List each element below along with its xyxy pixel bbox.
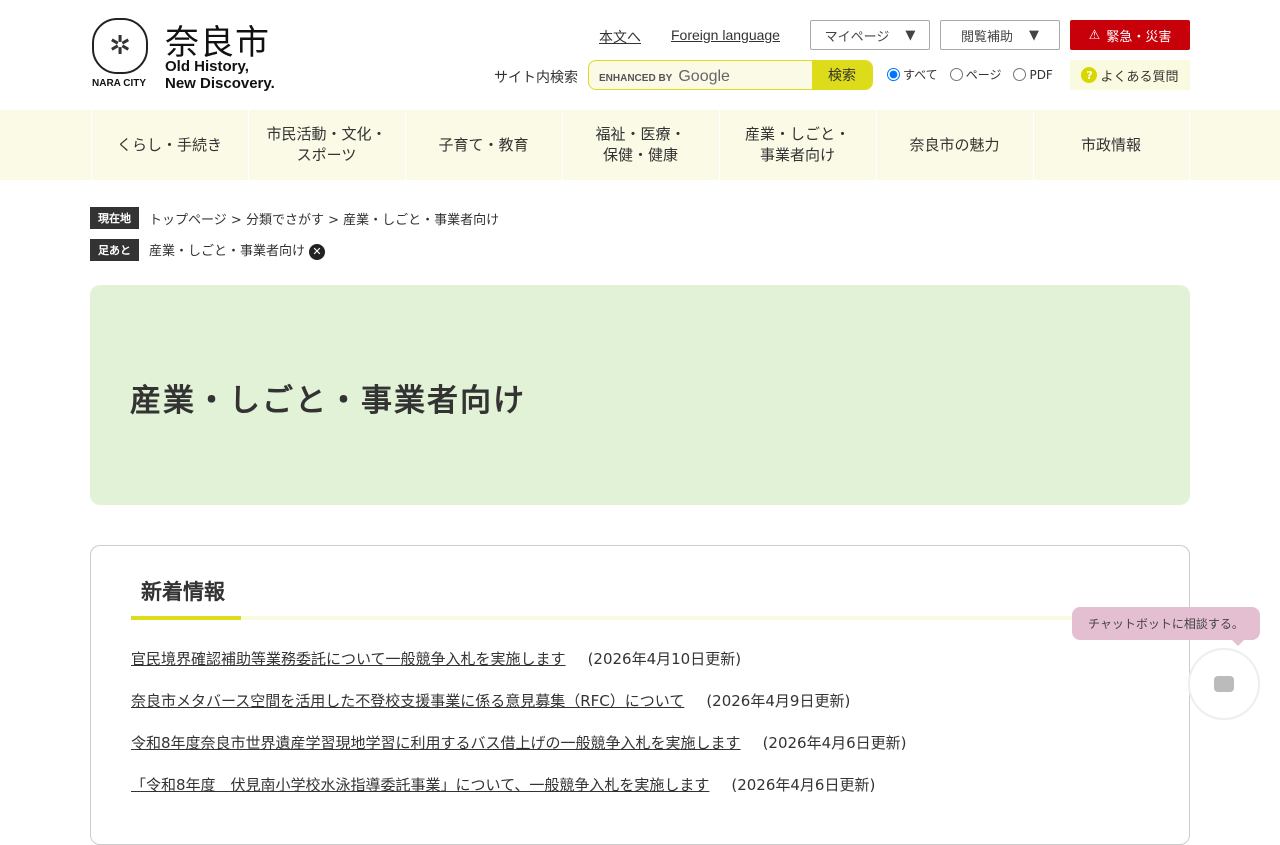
search-box[interactable]: ENHANCED BY Google 検索: [588, 60, 873, 90]
chatbot-button[interactable]: [1188, 648, 1260, 720]
city-emblem-icon: ✲: [92, 18, 148, 74]
nav-item[interactable]: 市民活動・文化・ スポーツ: [247, 110, 405, 180]
emergency-button[interactable]: ⚠ 緊急・災害: [1070, 20, 1190, 50]
robot-icon: [1214, 676, 1234, 692]
faq-button[interactable]: ? よくある質問: [1070, 60, 1190, 90]
logo-slogan: Old History, New Discovery.: [165, 58, 275, 92]
logo-city: NARA CITY: [92, 78, 147, 89]
scope-page[interactable]: ページ: [949, 66, 1001, 83]
question-icon: ?: [1081, 67, 1098, 83]
title-underline: [131, 616, 1151, 620]
nav-item[interactable]: 子育て・教育: [404, 110, 562, 180]
nav-item[interactable]: 福祉・医療・ 保健・健康: [561, 110, 719, 180]
faq-label: よくある質問: [1100, 69, 1179, 85]
news-date: (2026年4月6日更新): [731, 776, 876, 794]
warning-icon: ⚠: [1088, 27, 1101, 43]
mypage-dropdown[interactable]: マイページ ▼: [810, 20, 930, 50]
news-section: 新着情報 官民境界確認補助等業務委託について一般競争入札を実施します (2026年…: [90, 545, 1190, 845]
emergency-label: 緊急・災害: [1106, 29, 1172, 45]
breadcrumb-current: 産業・しごと・事業者向け: [343, 212, 500, 228]
search-input[interactable]: ENHANCED BY Google: [599, 68, 730, 86]
nara-city-logo[interactable]: ✲ NARA CITY 奈良市 Old History, New Discover…: [90, 15, 290, 95]
nav-item[interactable]: 産業・しごと・ 事業者向け: [718, 110, 876, 180]
news-date: (2026年4月9日更新): [706, 692, 851, 710]
breadcrumb: 現在地 トップページ > 分類でさがす > 産業・しごと・事業者向け: [90, 207, 499, 229]
list-item: 「令和8年度 伏見南小学校水泳指導委託事業」について、一般競争入札を実施します (…: [131, 774, 907, 816]
skip-to-content-link[interactable]: 本文へ: [599, 27, 641, 47]
page-title: 産業・しごと・事業者向け: [130, 383, 526, 419]
search-button[interactable]: 検索: [812, 61, 872, 89]
nav-item[interactable]: 奈良市の魅力: [875, 110, 1033, 180]
logo-kanji: 奈良市: [165, 23, 270, 63]
header: ✲ NARA CITY 奈良市 Old History, New Discover…: [0, 0, 1280, 110]
chatbot-tooltip[interactable]: チャットボットに相談する。: [1072, 607, 1260, 646]
footprint-tag: 足あと: [90, 239, 139, 261]
global-nav: くらし・手続き 市民活動・文化・ スポーツ 子育て・教育 福祉・医療・ 保健・健…: [0, 110, 1280, 180]
news-date: (2026年4月6日更新): [762, 734, 907, 752]
list-item: 官民境界確認補助等業務委託について一般競争入札を実施します (2026年4月10日…: [131, 648, 907, 690]
triangle-down-icon: ▼: [1029, 27, 1039, 43]
footprint-item[interactable]: 産業・しごと・事業者向け: [149, 244, 305, 259]
news-link[interactable]: 官民境界確認補助等業務委託について一般競争入札を実施します: [131, 650, 566, 668]
triangle-down-icon: ▼: [905, 27, 916, 43]
mypage-label: マイページ: [824, 29, 890, 45]
news-link[interactable]: 「令和8年度 伏見南小学校水泳指導委託事業」について、一般競争入札を実施します: [131, 776, 709, 794]
breadcrumb-link[interactable]: トップページ: [149, 213, 227, 228]
news-link[interactable]: 令和8年度奈良市世界遺産学習現地学習に利用するバス借上げの一般競争入札を実施しま…: [131, 734, 741, 752]
page-title-banner: 産業・しごと・事業者向け: [90, 285, 1190, 505]
list-item: 奈良市メタバース空間を活用した不登校支援事業に係る意見募集（RFC）について (2…: [131, 690, 907, 732]
news-title: 新着情報: [141, 580, 225, 604]
news-date: (2026年4月10日更新): [587, 650, 742, 668]
nav-item[interactable]: 市政情報: [1032, 110, 1190, 180]
breadcrumb-link[interactable]: 分類でさがす: [246, 213, 324, 228]
list-item: 令和8年度奈良市世界遺産学習現地学習に利用するバス借上げの一般競争入札を実施しま…: [131, 732, 907, 774]
foreign-language-link[interactable]: Foreign language: [671, 27, 780, 43]
scope-pdf[interactable]: PDF: [1013, 66, 1053, 83]
scope-all[interactable]: すべて: [887, 66, 938, 83]
accessibility-label: 閲覧補助: [960, 29, 1013, 45]
nav-item[interactable]: くらし・手続き: [90, 110, 248, 180]
close-icon[interactable]: ✕: [309, 243, 326, 260]
footprint: 足あと 産業・しごと・事業者向け ✕: [90, 239, 326, 261]
news-link[interactable]: 奈良市メタバース空間を活用した不登校支援事業に係る意見募集（RFC）について: [131, 692, 684, 710]
accessibility-dropdown[interactable]: 閲覧補助 ▼: [940, 20, 1060, 50]
breadcrumb-tag: 現在地: [90, 207, 139, 229]
search-label: サイト内検索: [494, 70, 578, 86]
search-scope: すべて ページ PDF: [887, 66, 1053, 83]
